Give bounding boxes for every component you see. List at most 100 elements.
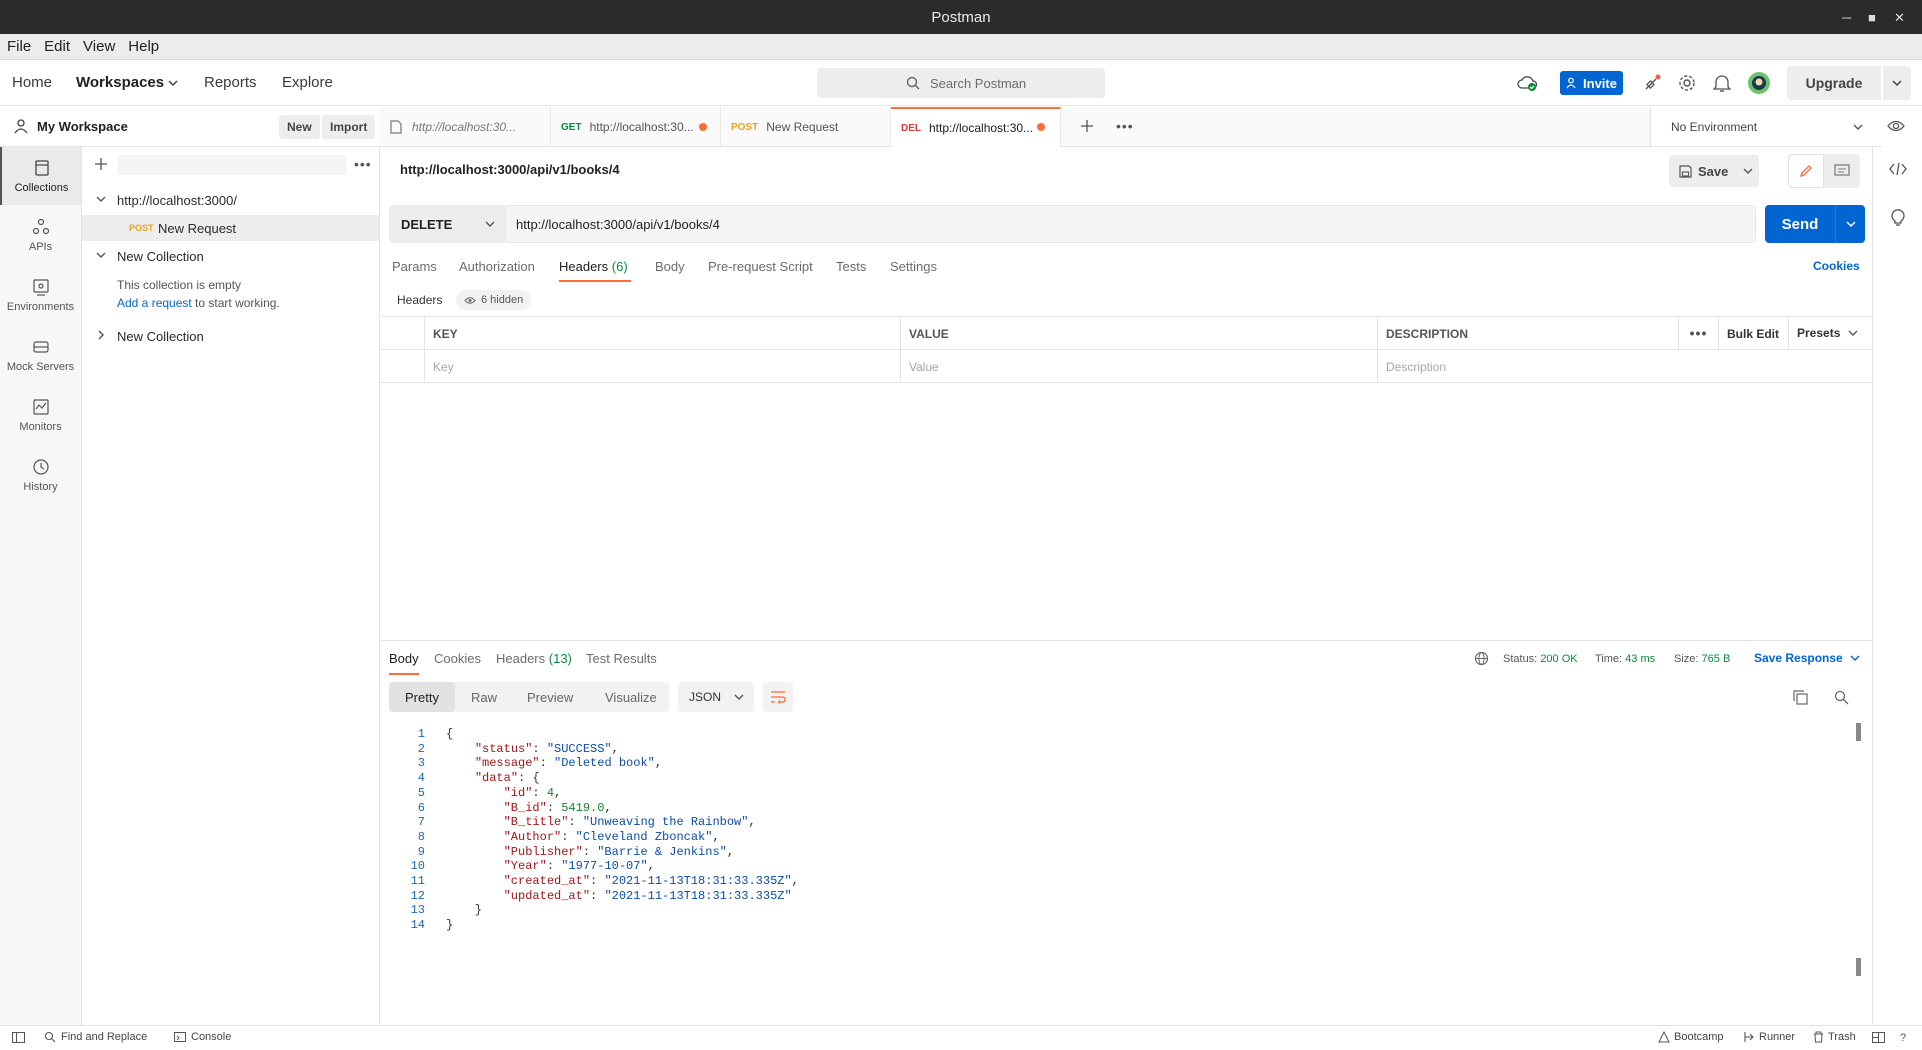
sync-status-icon[interactable] [1517,74,1537,92]
chevron-down-icon[interactable] [168,79,178,87]
response-tab-headers[interactable]: Headers (13) [496,651,572,666]
rail-environments[interactable]: Environments [0,277,81,327]
method-select[interactable]: DELETE [389,205,505,243]
save-chevron-icon[interactable] [1743,167,1753,175]
nav-home[interactable]: Home [12,74,52,91]
add-icon[interactable] [94,157,108,171]
cookies-link[interactable]: Cookies [1813,259,1860,273]
presets-dropdown[interactable]: Presets [1789,317,1872,350]
more-options-icon[interactable]: ••• [354,156,372,172]
copy-icon[interactable] [1793,690,1808,705]
row-checkbox[interactable] [381,350,425,383]
tab-prerequest-script[interactable]: Pre-request Script [708,259,813,274]
layout-icon[interactable] [1872,1032,1885,1043]
bell-icon[interactable] [1713,73,1731,93]
description-input[interactable]: Description [1378,350,1872,383]
bulk-edit-button[interactable]: Bulk Edit [1719,317,1789,350]
tab-request-1[interactable]: http://localhost:30... [380,107,551,147]
view-pretty[interactable]: Pretty [405,690,439,705]
column-options-icon[interactable]: ••• [1679,317,1719,350]
tab-request-4[interactable]: DEL http://localhost:30... [891,107,1061,147]
rail-mock-servers[interactable]: Mock Servers [0,337,81,387]
upgrade-button[interactable]: Upgrade [1787,66,1881,100]
code-icon[interactable] [1889,162,1907,176]
nav-workspaces[interactable]: Workspaces [76,74,164,91]
tab-params[interactable]: Params [392,259,437,274]
value-input[interactable]: Value [901,350,1378,383]
rail-monitors[interactable]: Monitors [0,397,81,447]
comments-button[interactable] [1824,154,1860,188]
nav-explore[interactable]: Explore [282,74,333,91]
tab-headers[interactable]: Headers (6) [559,259,628,274]
avatar[interactable] [1747,71,1771,95]
tab-options-icon[interactable]: ••• [1116,118,1134,134]
tab-request-3[interactable]: POST New Request [721,107,891,147]
collection-item[interactable]: http://localhost:3000/ [82,187,379,213]
import-button[interactable]: Import [322,115,376,139]
new-tab-icon[interactable] [1080,119,1094,133]
tab-tests[interactable]: Tests [836,259,866,274]
menu-edit[interactable]: Edit [37,34,76,55]
rail-apis[interactable]: APIs [0,217,81,267]
new-button[interactable]: New [279,115,320,139]
environment-selector[interactable]: No Environment [1650,107,1882,147]
bootcamp-button[interactable]: Bootcamp [1658,1031,1724,1043]
url-input[interactable]: http://localhost:3000/api/v1/books/4 [505,205,1756,243]
save-response-button[interactable]: Save Response [1754,651,1860,665]
trash-button[interactable]: Trash [1813,1031,1856,1043]
nav-reports[interactable]: Reports [204,74,257,91]
send-chevron-icon[interactable] [1835,205,1865,243]
chevron-down-icon[interactable] [96,251,106,259]
wrap-lines-button[interactable] [763,682,793,712]
rail-history[interactable]: History [0,457,81,507]
response-tab-cookies[interactable]: Cookies [434,651,481,666]
view-visualize[interactable]: Visualize [605,690,657,705]
search-input[interactable]: Search Postman [817,68,1105,98]
rail-collections[interactable]: Collections [0,147,81,205]
response-body-editor[interactable]: 1 {2 "status": "SUCCESS", 3 "message": "De… [381,722,1851,984]
add-request-link[interactable]: Add a request [117,296,192,310]
tab-settings[interactable]: Settings [890,259,937,274]
filter-input[interactable] [118,155,346,175]
console-button[interactable]: Console [174,1031,231,1043]
menu-file[interactable]: File [0,34,37,55]
request-title[interactable]: http://localhost:3000/api/v1/books/4 [400,162,620,177]
invite-button[interactable]: Invite [1560,71,1623,95]
menu-view[interactable]: View [76,34,121,55]
sidebar-toggle-icon[interactable] [12,1032,25,1043]
collection-item[interactable]: New Collection [82,243,379,269]
chevron-down-icon[interactable] [96,195,106,203]
settings-icon[interactable] [1677,73,1697,93]
hidden-headers-toggle[interactable]: 6 hidden [456,290,532,310]
send-button[interactable]: Send [1765,205,1835,243]
eye-icon[interactable] [1887,119,1905,133]
key-input[interactable]: Key [425,350,901,383]
scrollbar-thumb-top[interactable] [1856,723,1861,741]
view-raw[interactable]: Raw [471,690,497,705]
minimize-icon[interactable]: ─ [1842,10,1851,25]
collection-item[interactable]: New Collection [82,323,379,349]
tab-authorization[interactable]: Authorization [459,259,535,274]
find-replace-button[interactable]: Find and Replace [44,1031,147,1043]
globe-icon[interactable] [1474,651,1489,666]
search-icon[interactable] [1834,690,1849,705]
help-icon[interactable]: ? [1900,1032,1906,1044]
lightbulb-icon[interactable] [1891,209,1905,227]
tab-request-2[interactable]: GET http://localhost:30... [551,107,721,147]
view-preview[interactable]: Preview [527,690,573,705]
response-tab-test-results[interactable]: Test Results [586,651,657,666]
upgrade-chevron-icon[interactable] [1883,66,1911,100]
edit-mode-button[interactable] [1788,154,1824,188]
chevron-right-icon[interactable] [97,330,105,340]
workspace-name[interactable]: My Workspace [37,119,128,134]
request-item[interactable]: POST New Request [82,215,379,241]
maximize-icon[interactable]: ■ [1868,10,1876,25]
scrollbar-thumb-bottom[interactable] [1856,958,1861,976]
tab-body[interactable]: Body [655,259,685,274]
menu-help[interactable]: Help [121,34,165,55]
satellite-icon[interactable] [1642,73,1662,93]
runner-button[interactable]: Runner [1743,1031,1795,1043]
response-tab-body[interactable]: Body [389,651,419,666]
close-icon[interactable]: ✕ [1894,10,1905,26]
format-select[interactable]: JSON [678,682,754,712]
